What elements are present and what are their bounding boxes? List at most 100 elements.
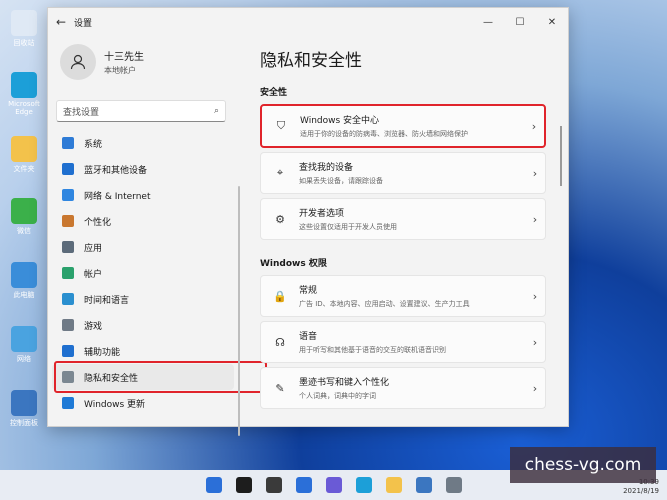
taskbar-store-icon[interactable] — [415, 477, 432, 493]
sidebar-item[interactable]: 帐户 — [48, 260, 238, 286]
sidebar-item-icon — [62, 137, 74, 149]
chevron-right-icon: › — [531, 119, 537, 133]
taskbar-start-icon[interactable] — [205, 477, 222, 493]
sidebar-item[interactable]: 时间和语言 — [48, 286, 238, 312]
desktop-icon-image — [11, 72, 37, 98]
settings-card[interactable]: ⌖ 查找我的设备 如果丢失设备，请跟踪设备 › — [260, 152, 546, 194]
desktop-icon-label: 微信 — [17, 227, 31, 235]
card-icon: 🔒 — [273, 289, 287, 303]
sidebar-item[interactable]: 系统 — [48, 130, 238, 156]
main-scrollbar[interactable] — [560, 126, 562, 186]
sidebar-item-label: 个性化 — [84, 217, 112, 228]
taskbar-task-view-icon[interactable] — [265, 477, 282, 493]
desktop-icon[interactable]: 回收站 — [4, 10, 44, 48]
sidebar-item[interactable]: 应用 — [48, 234, 238, 260]
close-button[interactable]: ✕ — [536, 17, 568, 28]
desktop-icon[interactable]: 控制面板 — [4, 390, 44, 428]
user-profile[interactable]: 十三先生 本地帐户 — [48, 36, 238, 80]
sidebar-item-icon — [62, 189, 74, 201]
desktop-icon-label: 文件夹 — [13, 165, 35, 173]
desktop-icon[interactable]: 微信 — [4, 198, 44, 236]
desktop-icon-label: 此电脑 — [13, 291, 35, 299]
search-input[interactable]: 查找设置 ⌕ — [56, 100, 226, 122]
section-header: 安全性 — [260, 88, 288, 98]
chevron-right-icon: › — [532, 212, 538, 226]
sidebar-item-icon — [62, 371, 74, 383]
settings-card[interactable]: ✎ 墨迹书写和键入个性化 个人词典，词典中的字词 › — [260, 367, 546, 409]
taskbar-settings-icon[interactable] — [445, 477, 462, 493]
sidebar-scrollbar[interactable] — [238, 186, 240, 436]
card-icon: ☊ — [275, 335, 285, 349]
minimize-button[interactable]: — — [472, 17, 504, 28]
sidebar-item-icon — [62, 345, 74, 357]
desktop-icon-label: 控制面板 — [10, 419, 38, 427]
chevron-right-icon: › — [532, 289, 538, 303]
desktop-icon-image — [11, 262, 37, 288]
sidebar-item-label: 隐私和安全性 — [84, 373, 139, 384]
desktop-icon[interactable]: 文件夹 — [4, 136, 44, 174]
card-title: 开发者选项 — [299, 209, 345, 219]
taskbar-chat-icon[interactable] — [325, 477, 342, 493]
sidebar-item[interactable]: Windows 更新 — [48, 390, 238, 416]
desktop-icon-image — [11, 10, 37, 36]
card-text: 开发者选项这些设置仅适用于开发人员使用 — [299, 206, 525, 232]
taskbar-widgets-icon[interactable] — [295, 477, 312, 493]
desktop-icon[interactable]: 网络 — [4, 326, 44, 364]
back-arrow-icon[interactable]: ← — [48, 15, 74, 29]
watermark: chess-vg.com — [510, 447, 656, 483]
sidebar-item[interactable]: 个性化 — [48, 208, 238, 234]
sidebar-item[interactable]: 蓝牙和其他设备 — [48, 156, 238, 182]
sidebar-item-label: Windows 更新 — [84, 399, 146, 410]
desktop-icon-image — [11, 326, 37, 352]
desktop-icon-label: 网络 — [17, 355, 31, 363]
taskbar-search-icon[interactable] — [235, 477, 252, 493]
title-bar: ← 设置 — ☐ ✕ — [48, 8, 568, 36]
card-text: 常规广告 ID、本地内容、应用启动、设置建议、生产力工具 — [299, 283, 525, 309]
maximize-button[interactable]: ☐ — [504, 17, 536, 28]
sidebar: 十三先生 本地帐户 查找设置 ⌕ 系统蓝牙和其他设备 网络 & Internet 个… — [48, 36, 267, 436]
settings-card[interactable]: ⛉ Windows 安全中心 适用于你的设备的防病毒、浏览器、防火墙和网络保护 › — [260, 104, 546, 148]
sidebar-item-label: 蓝牙和其他设备 — [84, 165, 148, 176]
sidebar-nav: 系统蓝牙和其他设备 网络 & Internet 个性化应用 帐户时间和语言游戏辅助功能… — [48, 130, 267, 416]
search-placeholder: 查找设置 — [63, 107, 100, 118]
sidebar-item[interactable]: 网络 & Internet — [48, 182, 238, 208]
settings-card[interactable]: ⚙ 开发者选项这些设置仅适用于开发人员使用 › — [260, 198, 546, 240]
card-icon: ⌖ — [276, 166, 284, 179]
settings-sections: 安全性 ⛉ Windows 安全中心 适用于你的设备的防病毒、浏览器、防火墙和网络保护… — [254, 85, 562, 409]
card-description: 这些设置仅适用于开发人员使用 — [299, 223, 397, 231]
taskbar-edge-icon[interactable] — [355, 477, 372, 493]
sidebar-item[interactable]: 隐私和安全性 — [52, 361, 267, 393]
settings-card[interactable]: ☊ 语音 用于听写和其他基于语音的交互的联机语音识别 › — [260, 321, 546, 363]
card-text: 语音 用于听写和其他基于语音的交互的联机语音识别 — [299, 329, 525, 355]
sidebar-item-icon — [62, 241, 74, 253]
sidebar-item[interactable]: 游戏 — [48, 312, 238, 338]
taskbar-explorer-icon[interactable] — [385, 477, 402, 493]
card-title: 墨迹书写和键入个性化 — [299, 378, 390, 388]
user-account-type: 本地帐户 — [104, 66, 136, 75]
page-title: 隐私和安全性 — [260, 51, 362, 71]
card-title: 语音 — [299, 332, 318, 342]
settings-card[interactable]: 🔒 常规广告 ID、本地内容、应用启动、设置建议、生产力工具 › — [260, 275, 546, 317]
desktop-icon[interactable]: Microsoft Edge — [4, 72, 44, 116]
chevron-right-icon: › — [532, 335, 538, 349]
sidebar-item-label: 游戏 — [84, 321, 103, 332]
sidebar-item[interactable]: 辅助功能 — [48, 338, 238, 364]
sidebar-item-icon — [62, 267, 74, 279]
main-content: 隐私和安全性 安全性 ⛉ Windows 安全中心 适用于你的设备的防病毒、浏览器、防… — [254, 36, 562, 426]
section-header: Windows 权限 — [260, 259, 327, 269]
desktop-icon-image — [11, 390, 37, 416]
card-text: 墨迹书写和键入个性化 个人词典，词典中的字词 — [299, 375, 525, 401]
card-description: 个人词典，词典中的字词 — [299, 392, 376, 400]
sidebar-item-icon — [62, 215, 74, 227]
search-icon[interactable]: ⌕ — [214, 106, 219, 116]
sidebar-item-label: 网络 & Internet — [84, 191, 151, 202]
card-icon: ✎ — [275, 381, 285, 395]
card-icon: ⚙ — [275, 212, 285, 226]
card-title: 常规 — [299, 286, 318, 296]
card-text: Windows 安全中心 适用于你的设备的防病毒、浏览器、防火墙和网络保护 — [300, 113, 524, 139]
sidebar-item-label: 时间和语言 — [84, 295, 130, 306]
clock-date: 2021/8/19 — [623, 487, 659, 495]
avatar — [60, 44, 96, 80]
card-description: 广告 ID、本地内容、应用启动、设置建议、生产力工具 — [299, 300, 470, 308]
desktop-icon[interactable]: 此电脑 — [4, 262, 44, 300]
